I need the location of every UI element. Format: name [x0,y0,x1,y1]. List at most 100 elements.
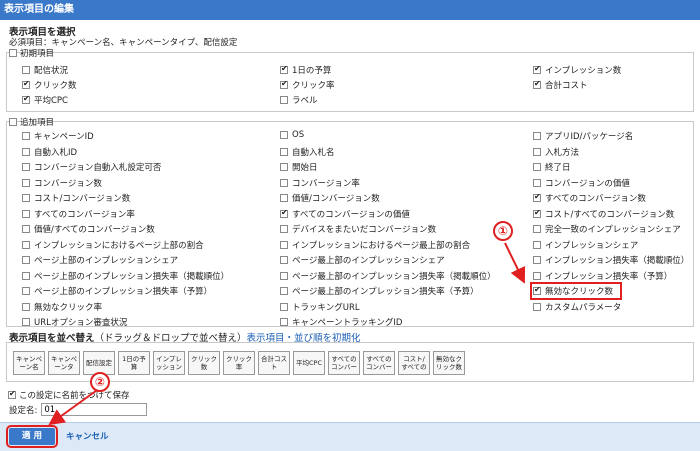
initial-item-checkbox[interactable] [533,79,541,89]
additional-item-checkbox[interactable] [280,178,288,187]
additional-item-checkbox[interactable] [533,147,541,156]
initial-item-checkbox[interactable] [22,79,30,89]
additional-item-checkbox[interactable] [22,132,30,140]
additional-item-35[interactable]: カスタムパラメータ [533,301,621,313]
column-chip-0[interactable]: キャンペ ーン名 [13,351,45,375]
additional-item-checkbox[interactable] [280,208,288,218]
initial-item-checkbox[interactable] [533,64,541,74]
additional-item-8[interactable]: 終了日 [533,161,571,173]
additional-item-36[interactable]: URLオプション審査状況 [22,316,127,328]
column-chip-8[interactable]: 平均CPC [293,351,325,375]
column-chip-6[interactable]: クリック 率 [223,351,255,375]
initial-item-checkbox[interactable] [22,66,30,74]
additional-item-2[interactable]: アプリID/パッケージ名 [533,130,633,142]
additional-item-checkbox[interactable] [533,163,541,171]
additional-item-0[interactable]: キャンペーンID [22,130,94,142]
additional-item-32[interactable]: 無効なクリック数 [529,282,623,300]
column-chip-4[interactable]: インプレ ッション [153,351,185,375]
column-chip-3[interactable]: 1日の予 算 [118,351,150,375]
additional-item-checkbox[interactable] [22,271,30,280]
additional-item-12[interactable]: コスト/コンバージョン数 [22,192,130,204]
additional-item-34[interactable]: トラッキングURL [280,301,360,313]
additional-item-24[interactable]: ページ上部のインプレッションシェア [22,254,178,266]
additional-item-29[interactable]: インプレッション損失率（予算） [533,270,672,282]
additional-item-7[interactable]: 開始日 [280,161,318,173]
additional-item-checkbox[interactable] [280,287,288,295]
additional-item-28[interactable]: ページ最上部のインプレッション損失率（掲載順位） [280,270,496,282]
initial-item-4[interactable]: クリック率 [280,79,335,91]
additional-items-header[interactable]: 追加項目 [9,116,54,128]
additional-item-4[interactable]: 自動入札名 [280,146,335,158]
initial-item-checkbox[interactable] [22,94,30,104]
additional-item-checkbox[interactable] [533,240,541,249]
initial-item-checkbox[interactable] [280,96,288,104]
additional-item-10[interactable]: コンバージョン率 [280,177,360,189]
initial-items-checkbox[interactable] [9,49,17,57]
additional-item-checkbox[interactable] [280,147,288,156]
additional-item-14[interactable]: すべてのコンバージョン数 [533,192,646,204]
initial-item-7[interactable]: ラベル [280,94,318,106]
additional-item-17[interactable]: コスト/すべてのコンバージョン数 [533,208,674,220]
additional-item-checkbox[interactable] [280,225,288,233]
column-chip-9[interactable]: すべての コンバー [328,351,360,375]
additional-item-26[interactable]: インプレッション損失率（掲載順位） [533,254,689,266]
initial-item-3[interactable]: クリック数 [22,79,77,91]
additional-item-checkbox[interactable] [280,271,288,280]
additional-item-checkbox[interactable] [22,163,30,171]
additional-item-checkbox[interactable] [533,192,541,202]
initial-item-0[interactable]: 配信状況 [22,64,68,76]
additional-item-19[interactable]: デバイスをまたいだコンバージョン数 [280,223,436,235]
initial-item-6[interactable]: 平均CPC [22,94,68,106]
additional-item-checkbox[interactable] [280,318,288,326]
additional-item-checkbox[interactable] [22,225,30,233]
additional-item-checkbox[interactable] [22,256,30,264]
additional-item-27[interactable]: ページ上部のインプレッション損失率（掲載順位） [22,270,229,282]
column-chip-11[interactable]: コスト/ すべての [398,351,430,375]
additional-item-20[interactable]: 完全一致のインプレッションシェア [533,223,681,235]
additional-item-15[interactable]: すべてのコンバージョン率 [22,208,135,220]
additional-item-checkbox[interactable] [22,240,30,249]
additional-item-checkbox[interactable] [533,208,541,218]
additional-item-5[interactable]: 入札方法 [533,146,579,158]
additional-item-checkbox[interactable] [280,194,288,202]
setting-name-input[interactable] [41,403,148,416]
save-setting-checkbox[interactable] [8,389,16,399]
additional-item-30[interactable]: ページ上部のインプレッション損失率（予算） [22,285,212,297]
additional-item-25[interactable]: ページ最上部のインプレッションシェア [280,254,445,266]
additional-item-6[interactable]: コンバージョン自動入札設定可否 [22,161,161,173]
column-chip-1[interactable]: キャンペ ーンタ [48,351,80,375]
additional-item-16[interactable]: すべてのコンバージョンの価値 [280,208,410,220]
cancel-link[interactable]: キャンセル [66,430,109,442]
initial-item-2[interactable]: インプレッション数 [533,64,621,76]
additional-item-checkbox[interactable] [533,256,541,264]
additional-item-checkbox[interactable] [22,178,30,187]
additional-item-1[interactable]: OS [280,130,304,140]
additional-item-11[interactable]: コンバージョンの価値 [533,177,630,189]
additional-item-checkbox[interactable] [533,178,541,187]
additional-item-checkbox[interactable] [280,131,288,139]
additional-item-checkbox[interactable] [280,256,288,264]
additional-item-18[interactable]: 価値/すべてのコンバージョン数 [22,223,155,235]
additional-item-checkbox[interactable] [22,194,30,202]
initial-item-1[interactable]: 1日の予算 [280,64,331,76]
additional-item-checkbox[interactable] [22,147,30,156]
initial-item-checkbox[interactable] [280,79,288,89]
apply-button[interactable]: 適 用 [6,425,58,448]
additional-item-13[interactable]: 価値/コンバージョン数 [280,192,380,204]
additional-item-checkbox[interactable] [533,132,541,140]
column-chip-12[interactable]: 無効なク リック数 [433,351,465,375]
initial-item-checkbox[interactable] [280,64,288,74]
additional-item-checkbox[interactable] [533,302,541,311]
additional-item-checkbox[interactable] [533,285,541,295]
additional-items-checkbox[interactable] [9,118,17,126]
additional-item-checkbox[interactable] [533,225,541,233]
additional-item-37[interactable]: キャンペーントラッキングID [280,316,402,328]
initial-items-header[interactable]: 初期項目 [9,47,54,59]
additional-item-checkbox[interactable] [280,302,288,311]
column-chip-7[interactable]: 合計コス ト [258,351,290,375]
additional-item-checkbox[interactable] [22,302,30,311]
column-chip-10[interactable]: すべての コンバー [363,351,395,375]
additional-item-checkbox[interactable] [22,318,30,326]
additional-item-31[interactable]: ページ最上部のインプレッション損失率（予算） [280,285,479,297]
column-chip-5[interactable]: クリック 数 [188,351,220,375]
